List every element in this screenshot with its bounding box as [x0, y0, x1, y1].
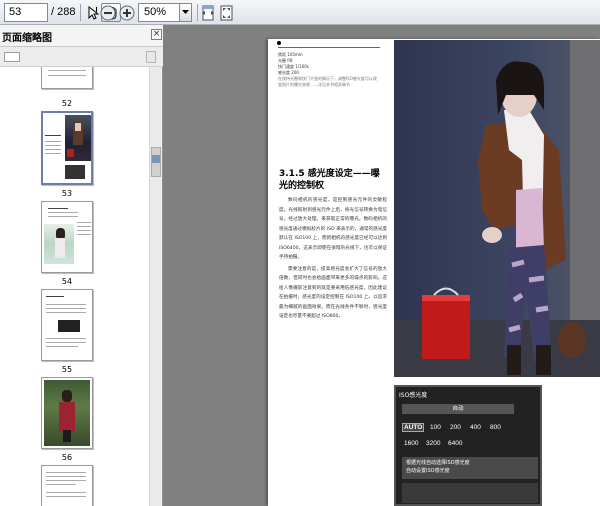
- page-label: 56: [61, 453, 73, 462]
- page-label: 52: [61, 99, 73, 108]
- options-menu-button[interactable]: [4, 52, 20, 62]
- zoom-out-button[interactable]: [98, 3, 118, 22]
- zoom-dropdown-button[interactable]: [180, 3, 192, 22]
- chevron-down-icon: [182, 10, 189, 14]
- trash-icon[interactable]: [146, 51, 156, 63]
- zoom-in-button[interactable]: [117, 3, 137, 22]
- fit-page-button[interactable]: [216, 3, 236, 22]
- iso-option: 3200: [426, 440, 441, 447]
- thumbnail-page[interactable]: [41, 377, 93, 449]
- page-label: 55: [61, 365, 73, 374]
- page-label: 54: [61, 277, 73, 286]
- panel-close-button[interactable]: ×: [151, 29, 162, 40]
- thumbnail-image: [65, 115, 91, 161]
- fit-page-icon: [220, 5, 232, 20]
- toolbar: 53 / 288 50%: [0, 0, 600, 25]
- panel-header: 页面缩略图 ×: [0, 25, 163, 47]
- paragraph: 需要注意的是，提高感光度会扩大了信号的放大倍数，但同时也会给画面带来更多的噪点的…: [279, 266, 387, 320]
- thumbnail-image: [44, 380, 90, 446]
- thumbnail-scrollbar[interactable]: [149, 67, 161, 506]
- section-title: 3.1.5 感光度设定——曝光的控制权: [279, 169, 380, 191]
- zoom-in-icon: [119, 5, 135, 20]
- iso-option: 1600: [404, 440, 419, 447]
- lcd-title: ISO感光度: [399, 392, 428, 399]
- thumbnail-list: 52 53 54 55 56: [0, 67, 149, 506]
- page-number-input[interactable]: 53: [4, 3, 48, 22]
- thumbnail-page[interactable]: [41, 289, 93, 361]
- meta-note: 在保持光圈和快门不变的情况下，调整ISO感光度可以改变照片的曝光效果……详见本书…: [278, 76, 377, 87]
- photo-meta: 焦距 105mm 光圈 f/8 快门速度 1/160s 感光度 200 在保持光…: [278, 52, 380, 88]
- bullet-marker: [277, 41, 281, 45]
- paragraph: 数码相机的感光度，是控制感光元件的灵敏程度。光线照射到感光元件上后，将光信号转换…: [279, 198, 387, 260]
- lcd-note-line: 自动设置ISO感光度: [406, 467, 450, 474]
- page-total-label: / 288: [51, 6, 76, 18]
- thumbnail-page[interactable]: [41, 465, 93, 506]
- zoom-level-input[interactable]: 50%: [138, 3, 180, 22]
- pdf-page: 焦距 105mm 光圈 f/8 快门速度 1/160s 感光度 200 在保持光…: [268, 39, 600, 506]
- fit-width-button[interactable]: [198, 3, 218, 22]
- iso-option: 200: [450, 424, 461, 431]
- portrait-photo-art: [394, 40, 600, 377]
- iso-option: 6400: [448, 440, 463, 447]
- thumbnail-image: [44, 224, 74, 264]
- panel-splitter-handle[interactable]: [152, 155, 160, 163]
- camera-iso-menu: ISO感光度 自动 AUTO 100 200 400 800 1600 3200…: [394, 385, 542, 506]
- pdf-reader-window: 53 / 288 50% 页面缩略图 × 52 53 54 55 56 焦距 1…: [0, 0, 600, 506]
- lcd-footer: [402, 483, 538, 503]
- thumbnail-page-selected[interactable]: [41, 111, 93, 185]
- lcd-auto-bar: 自动: [402, 404, 514, 414]
- lcd-note-line: 根据光线自动选择ISO感光度: [406, 460, 470, 466]
- thumbnail-page[interactable]: [41, 67, 93, 89]
- thumbnail-page[interactable]: [41, 201, 93, 273]
- panel-title: 页面缩略图: [2, 33, 52, 44]
- iso-option: 800: [490, 424, 501, 431]
- lcd-note: 根据光线自动选择ISO感光度 自动设置ISO感光度: [402, 457, 538, 479]
- document-view[interactable]: 焦距 105mm 光圈 f/8 快门速度 1/160s 感光度 200 在保持光…: [163, 25, 600, 506]
- fit-width-icon: [202, 5, 214, 20]
- iso-option: AUTO: [402, 423, 425, 432]
- header-rule: [278, 47, 380, 48]
- thumbnails-panel: 页面缩略图 × 52 53 54 55 56: [0, 25, 163, 506]
- zoom-out-icon: [100, 5, 116, 20]
- portrait-photo: [394, 40, 600, 377]
- panel-toolbar: [0, 47, 163, 67]
- iso-option: 100: [430, 424, 441, 431]
- iso-option: 400: [470, 424, 481, 431]
- page-label: 53: [61, 189, 73, 198]
- toolbar-separator: [80, 4, 81, 21]
- body-text: 数码相机的感光度，是控制感光元件的灵敏程度。光线照射到感光元件上后，将光信号转换…: [279, 196, 387, 324]
